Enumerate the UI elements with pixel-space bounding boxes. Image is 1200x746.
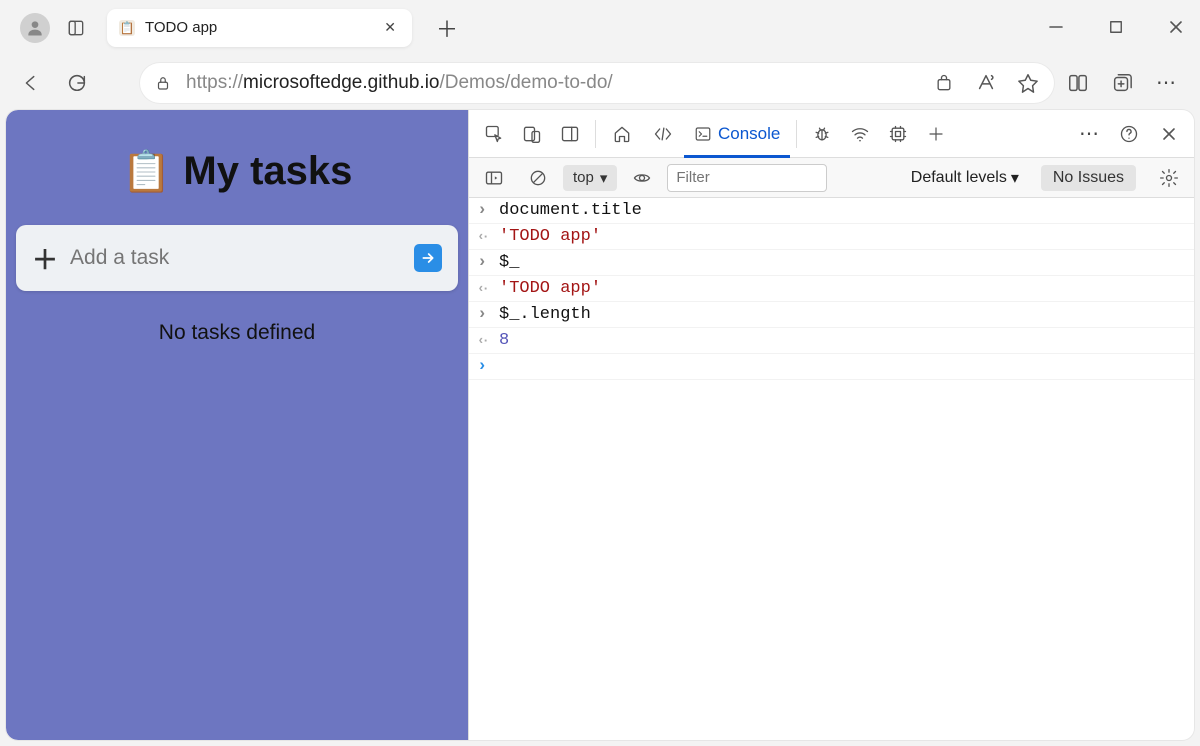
shopping-icon[interactable] <box>932 71 956 95</box>
filter-input[interactable] <box>667 164 827 192</box>
issues-badge[interactable]: No Issues <box>1041 165 1136 191</box>
help-icon[interactable] <box>1110 115 1148 153</box>
maximize-button[interactable] <box>1104 15 1128 39</box>
split-screen-icon[interactable] <box>1066 71 1090 95</box>
favorite-icon[interactable] <box>1016 71 1040 95</box>
network-icon[interactable] <box>841 115 879 153</box>
tab-welcome[interactable] <box>602 110 642 157</box>
console-toolbar: top ▾ Default levels ▾ No Issues <box>469 158 1194 198</box>
tab-console-label: Console <box>718 124 780 144</box>
inspect-element-icon[interactable] <box>475 115 513 153</box>
performance-icon[interactable] <box>879 115 917 153</box>
tab-title: TODO app <box>145 19 370 36</box>
page-title: 📋 My tasks <box>16 148 458 195</box>
window-controls <box>1044 15 1188 39</box>
page-title-text: My tasks <box>183 149 352 194</box>
read-aloud-icon[interactable] <box>974 71 998 95</box>
address-bar[interactable]: https://microsoftedge.github.io/Demos/de… <box>140 63 1054 103</box>
console-text: document.title <box>499 201 642 220</box>
log-levels-dropdown[interactable]: Default levels ▾ <box>903 168 1027 188</box>
console-row: $_ <box>469 250 1194 276</box>
live-expression-icon[interactable] <box>623 159 661 197</box>
devtools-close-icon[interactable] <box>1150 115 1188 153</box>
add-task-input[interactable] <box>70 246 402 270</box>
toolbar: https://microsoftedge.github.io/Demos/de… <box>0 55 1200 110</box>
console-row: $_.length <box>469 302 1194 328</box>
add-task-box[interactable]: ＋ <box>16 225 458 291</box>
collections-icon[interactable] <box>1110 71 1134 95</box>
page-pane: 📋 My tasks ＋ No tasks defined <box>6 110 468 740</box>
devtools-tab-bar: Console ⋯ <box>469 110 1194 158</box>
console-prompt[interactable] <box>469 354 1194 380</box>
minimize-button[interactable] <box>1044 15 1068 39</box>
profile-avatar[interactable] <box>20 13 50 43</box>
context-label: top <box>573 169 594 186</box>
console-output[interactable]: document.title 'TODO app' $_ 'TODO app' $_.l… <box>469 198 1194 740</box>
more-icon[interactable]: ⋯ <box>1154 71 1178 95</box>
debugger-icon[interactable] <box>803 115 841 153</box>
console-row: 'TODO app' <box>469 276 1194 302</box>
console-text: $_ <box>499 253 519 272</box>
lock-icon <box>154 74 172 92</box>
empty-state: No tasks defined <box>16 321 458 345</box>
console-text: 8 <box>499 331 509 350</box>
submit-task-button[interactable] <box>414 244 442 272</box>
clipboard-icon: 📋 <box>119 20 135 36</box>
devtools-more-icon[interactable]: ⋯ <box>1070 115 1108 153</box>
output-marker-icon <box>477 331 491 350</box>
new-tab-button[interactable]: ＋ <box>430 6 464 50</box>
levels-label: Default levels <box>911 169 1007 187</box>
dock-side-icon[interactable] <box>551 115 589 153</box>
toggle-sidebar-icon[interactable] <box>475 159 513 197</box>
input-marker-icon <box>477 201 491 220</box>
chevron-down-icon: ▾ <box>1011 168 1019 188</box>
back-button[interactable] <box>14 66 48 100</box>
close-tab-button[interactable]: ✕ <box>380 15 400 40</box>
tab-console[interactable]: Console <box>684 110 790 157</box>
close-window-button[interactable] <box>1164 15 1188 39</box>
device-toolbar-icon[interactable] <box>513 115 551 153</box>
console-text: 'TODO app' <box>499 227 601 246</box>
console-row: 'TODO app' <box>469 224 1194 250</box>
console-text: $_.length <box>499 305 591 324</box>
refresh-button[interactable] <box>60 66 94 100</box>
chevron-down-icon: ▾ <box>600 169 608 187</box>
prompt-marker-icon <box>477 357 491 376</box>
output-marker-icon <box>477 279 491 298</box>
clear-console-icon[interactable] <box>519 159 557 197</box>
browser-chrome: 📋 TODO app ✕ ＋ https://microsoftedge.git… <box>0 0 1200 110</box>
console-row: 8 <box>469 328 1194 354</box>
console-settings-icon[interactable] <box>1150 159 1188 197</box>
workspaces-icon[interactable] <box>60 12 92 44</box>
tab[interactable]: 📋 TODO app ✕ <box>107 9 412 47</box>
console-text: 'TODO app' <box>499 279 601 298</box>
console-row: document.title <box>469 198 1194 224</box>
add-tab-icon[interactable] <box>917 115 955 153</box>
clipboard-icon: 📋 <box>122 148 172 195</box>
devtools-pane: Console ⋯ <box>468 110 1194 740</box>
tab-elements[interactable] <box>642 110 684 157</box>
context-dropdown[interactable]: top ▾ <box>563 165 617 191</box>
url-text: https://microsoftedge.github.io/Demos/de… <box>186 72 613 94</box>
input-marker-icon <box>477 305 491 324</box>
input-marker-icon <box>477 253 491 272</box>
tab-strip: 📋 TODO app ✕ ＋ <box>0 0 1200 55</box>
plus-icon: ＋ <box>32 240 58 277</box>
content-area: 📋 My tasks ＋ No tasks defined <box>6 110 1194 740</box>
output-marker-icon <box>477 227 491 246</box>
